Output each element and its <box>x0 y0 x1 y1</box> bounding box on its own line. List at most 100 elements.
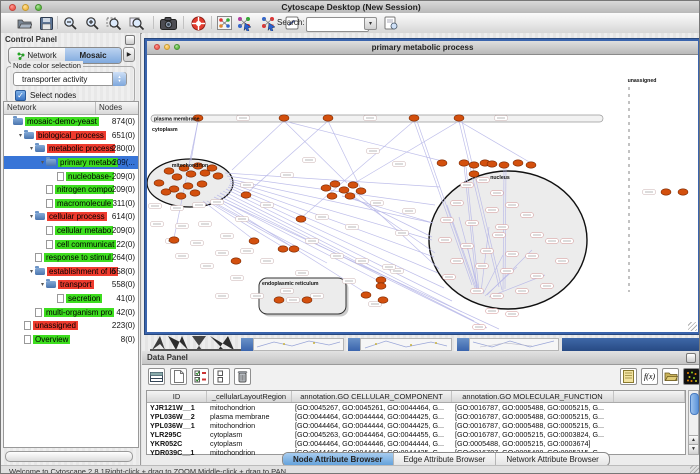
tree-row[interactable]: ▾transport558(0) <box>4 278 138 292</box>
table-cell[interactable]: YKR052C <box>147 439 207 448</box>
table-cell[interactable]: YPL036W__1 <box>147 421 207 430</box>
network-overview-icon[interactable] <box>215 15 233 31</box>
background-window-fragment[interactable] <box>348 338 360 351</box>
gene-node[interactable] <box>302 297 312 303</box>
refresh-search-index-icon[interactable] <box>382 15 400 31</box>
table-cell[interactable]: [GO:0044464, GO:0044444, GO:0044425, G..… <box>292 421 452 430</box>
snapshot-camera-icon[interactable] <box>159 15 177 31</box>
gene-node[interactable] <box>469 162 479 168</box>
gene-node[interactable] <box>348 182 358 188</box>
background-window-fragment[interactable] <box>457 338 469 351</box>
gene-node[interactable] <box>249 238 259 244</box>
table-cell[interactable]: YDR039C__1 <box>147 448 207 457</box>
gene-node[interactable] <box>345 193 355 199</box>
save-session-icon[interactable] <box>37 15 55 31</box>
tree-expand-arrow[interactable]: ▾ <box>39 159 46 166</box>
gene-node[interactable] <box>469 171 479 177</box>
frame-close-button[interactable] <box>154 44 160 50</box>
gene-node[interactable] <box>361 292 371 298</box>
table-row[interactable]: YPL036W__2plasma membrane[GO:0044464, GO… <box>147 412 685 421</box>
tree-col-nodes[interactable]: Nodes <box>96 102 138 114</box>
table-cell[interactable]: [GO:0045263, GO:0044464, GO:0044455, G..… <box>292 430 452 439</box>
gene-node[interactable] <box>161 189 171 195</box>
tree-row[interactable]: nucleobase-209(0) <box>4 169 138 183</box>
table-cell[interactable]: cytoplasm <box>207 439 292 448</box>
gene-node[interactable] <box>321 185 331 191</box>
background-window-fragment[interactable] <box>562 338 699 351</box>
table-column-header[interactable]: annotation.GO MOLECULAR_FUNCTION <box>452 391 614 402</box>
table-cell[interactable]: [GO:0044464, GO:0044446, GO:0044444, G..… <box>292 439 452 448</box>
tree-row[interactable]: ▾biological_process651(0) <box>4 129 138 143</box>
open-session-icon[interactable] <box>15 15 33 31</box>
gene-node[interactable] <box>327 193 337 199</box>
gene-node[interactable] <box>487 161 497 167</box>
network-graph-canvas[interactable]: plasma membranecytoplasmmitochondrionnuc… <box>147 55 698 332</box>
gene-node[interactable] <box>323 115 333 121</box>
gene-node[interactable] <box>437 160 447 166</box>
gene-node[interactable] <box>190 190 200 196</box>
table-row[interactable]: YLR295Ccytoplasm[GO:0045263, GO:0044464,… <box>147 430 685 439</box>
tree-row[interactable]: response to stimul264(0) <box>4 251 138 265</box>
search-dropdown-arrow[interactable]: ▾ <box>364 17 377 30</box>
new-attribute-icon[interactable] <box>170 368 187 385</box>
table-cell[interactable]: YLR295C <box>147 430 207 439</box>
gene-node[interactable] <box>499 162 509 168</box>
scroll-down-arrow[interactable]: ▼ <box>689 444 698 454</box>
table-row[interactable]: YPL036W__1mitochondrion[GO:0044464, GO:0… <box>147 421 685 430</box>
create-network-view-icon[interactable] <box>235 15 253 31</box>
table-cell[interactable]: plasma membrane <box>207 412 292 421</box>
search-input[interactable] <box>306 17 369 32</box>
help-lifering-icon[interactable] <box>189 15 207 31</box>
table-cell[interactable]: YPL036W__2 <box>147 412 207 421</box>
window-resize-grip[interactable] <box>690 465 700 474</box>
table-cell[interactable]: mitochondrion <box>207 403 292 412</box>
background-window-fragment[interactable] <box>241 338 253 351</box>
gene-node[interactable] <box>231 258 241 264</box>
gene-node[interactable] <box>289 246 299 252</box>
tree-row[interactable]: ▾metabolic process280(0) <box>4 142 138 156</box>
gene-node[interactable] <box>279 115 289 121</box>
tree-expand-arrow[interactable]: ▾ <box>28 268 35 275</box>
gene-node[interactable] <box>296 216 306 222</box>
gene-node[interactable] <box>330 181 340 187</box>
tree-row[interactable]: cellular metabo209(0) <box>4 224 138 238</box>
background-window-fragment[interactable] <box>360 338 452 351</box>
gene-node[interactable] <box>186 171 196 177</box>
table-cell[interactable]: [GO:0045267, GO:0045261, GO:0044464, G..… <box>292 403 452 412</box>
gene-node[interactable] <box>661 189 671 195</box>
tree-row[interactable]: secretion41(0) <box>4 292 138 306</box>
gene-node[interactable] <box>207 165 217 171</box>
close-window-button[interactable] <box>9 4 16 11</box>
table-column-header[interactable]: _cellularLayoutRegion <box>207 391 292 402</box>
tree-row[interactable]: unassigned223(0) <box>4 319 138 333</box>
function-builder-icon[interactable]: f(x) <box>641 368 658 385</box>
background-window-fragment[interactable] <box>253 338 344 351</box>
gene-node[interactable] <box>513 160 523 166</box>
table-cell[interactable]: [GO:0016787, GO:0005488, GO:0005215, G..… <box>452 412 614 421</box>
gene-node[interactable] <box>200 170 210 176</box>
table-scrollbar[interactable]: ▲ ▼ <box>688 390 699 455</box>
table-cell[interactable]: mitochondrion <box>207 448 292 457</box>
gene-node[interactable] <box>356 188 366 194</box>
gene-node[interactable] <box>274 297 284 303</box>
table-cell[interactable]: [GO:0005488, GO:0005215, GO:0003674] <box>452 439 614 448</box>
zoom-fit-icon[interactable] <box>128 15 146 31</box>
tree-expand-arrow[interactable]: ▾ <box>28 213 35 220</box>
attribute-matrix-icon[interactable] <box>683 368 700 385</box>
table-cell[interactable]: cytoplasm <box>207 430 292 439</box>
gene-node[interactable] <box>339 187 349 193</box>
frame-minimize-button[interactable] <box>164 44 170 50</box>
tree-row[interactable]: mosaic-demo-yeast874(0) <box>4 115 138 129</box>
gene-node[interactable] <box>378 297 388 303</box>
table-row[interactable]: YJR121W__1mitochondrion[GO:0045267, GO:0… <box>147 403 685 412</box>
gene-node[interactable] <box>154 180 164 186</box>
frame-zoom-button[interactable] <box>174 44 180 50</box>
gene-node[interactable] <box>278 246 288 252</box>
attribute-table-icon[interactable] <box>148 368 165 385</box>
gene-node[interactable] <box>172 174 182 180</box>
tree-row[interactable]: ▾cellular process614(0) <box>4 210 138 224</box>
gene-node[interactable] <box>459 160 469 166</box>
table-column-header[interactable]: annotation.GO CELLULAR_COMPONENT <box>292 391 452 402</box>
gene-node[interactable] <box>197 181 207 187</box>
table-cell[interactable]: [GO:0016787, GO:0005488, GO:0005215, G..… <box>452 403 614 412</box>
